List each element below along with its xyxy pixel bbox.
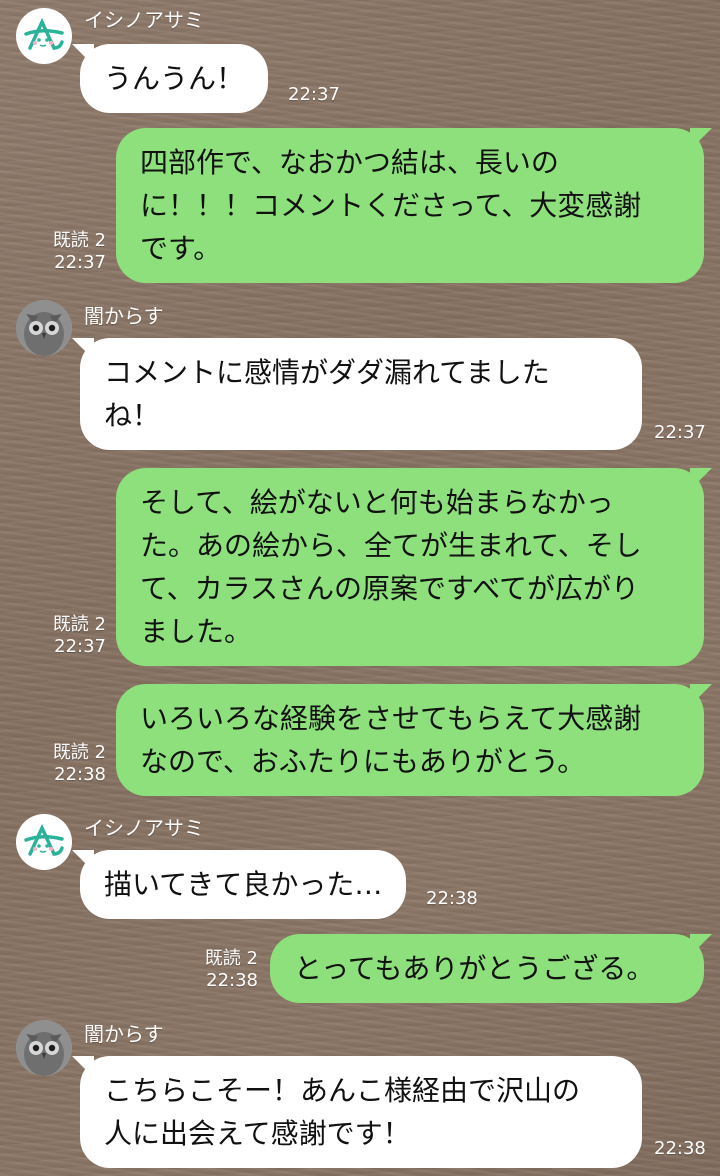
message-bubble-incoming[interactable]: 描いてきて良かった… xyxy=(80,850,407,919)
message-time: 22:37 xyxy=(288,84,340,105)
message-time: 22:38 xyxy=(426,888,478,909)
message-time: 22:37 xyxy=(54,636,106,657)
message-time: 22:38 xyxy=(654,1138,706,1159)
read-receipt: 既読 2 xyxy=(204,948,258,969)
message-bubble-incoming[interactable]: うんうん！ xyxy=(80,44,269,113)
read-receipt: 既読 2 xyxy=(52,742,106,763)
message-bubble-incoming[interactable]: コメントに感情がダダ漏れてました ね！ xyxy=(80,338,642,450)
message-time: 22:37 xyxy=(654,422,706,443)
letter-a-face-avatar-icon xyxy=(24,823,64,856)
sender-name: 闇からす xyxy=(84,304,164,328)
message-meta: 既読 2 22:38 xyxy=(44,742,106,786)
avatar-ishino-asami[interactable] xyxy=(16,8,72,64)
sender-name: イシノアサミ xyxy=(84,8,204,32)
message-bubble-outgoing[interactable]: とってもありがとうござる。 xyxy=(270,934,704,1003)
read-receipt: 既読 2 xyxy=(52,614,106,635)
message-bubble-outgoing[interactable]: 四部作で、なおかつ結は、長いの に！！！コメントくださって、大変感謝 です。 xyxy=(116,128,704,283)
message-meta: 既読 2 22:37 xyxy=(44,230,106,274)
message-time: 22:38 xyxy=(206,970,258,991)
read-receipt: 既読 2 xyxy=(52,230,106,251)
message-meta: 既読 2 22:38 xyxy=(196,948,258,992)
message-meta: 既読 2 22:37 xyxy=(44,614,106,658)
message-bubble-outgoing[interactable]: いろいろな経験をさせてもらえて大感謝 なので、おふたりにもありがとう。 xyxy=(116,684,704,796)
message-time: 22:38 xyxy=(54,764,106,785)
message-bubble-incoming[interactable]: こちらこそー！あんこ様経由で沢山の 人に出会えて感謝です！ xyxy=(80,1056,642,1168)
sender-name: 闇からす xyxy=(84,1022,164,1046)
owl-photo-avatar-icon xyxy=(16,300,72,356)
owl-photo-avatar-icon xyxy=(16,1020,72,1076)
avatar-yami-karasu[interactable] xyxy=(16,1020,72,1076)
message-time: 22:37 xyxy=(54,252,106,273)
avatar-yami-karasu[interactable] xyxy=(16,300,72,356)
message-bubble-outgoing[interactable]: そして、絵がないと何も始まらなかっ た。あの絵から、全てが生まれて、そし て、カ… xyxy=(116,468,704,666)
sender-name: イシノアサミ xyxy=(84,816,204,840)
letter-a-face-avatar-icon xyxy=(24,17,64,50)
avatar-ishino-asami[interactable] xyxy=(16,814,72,870)
